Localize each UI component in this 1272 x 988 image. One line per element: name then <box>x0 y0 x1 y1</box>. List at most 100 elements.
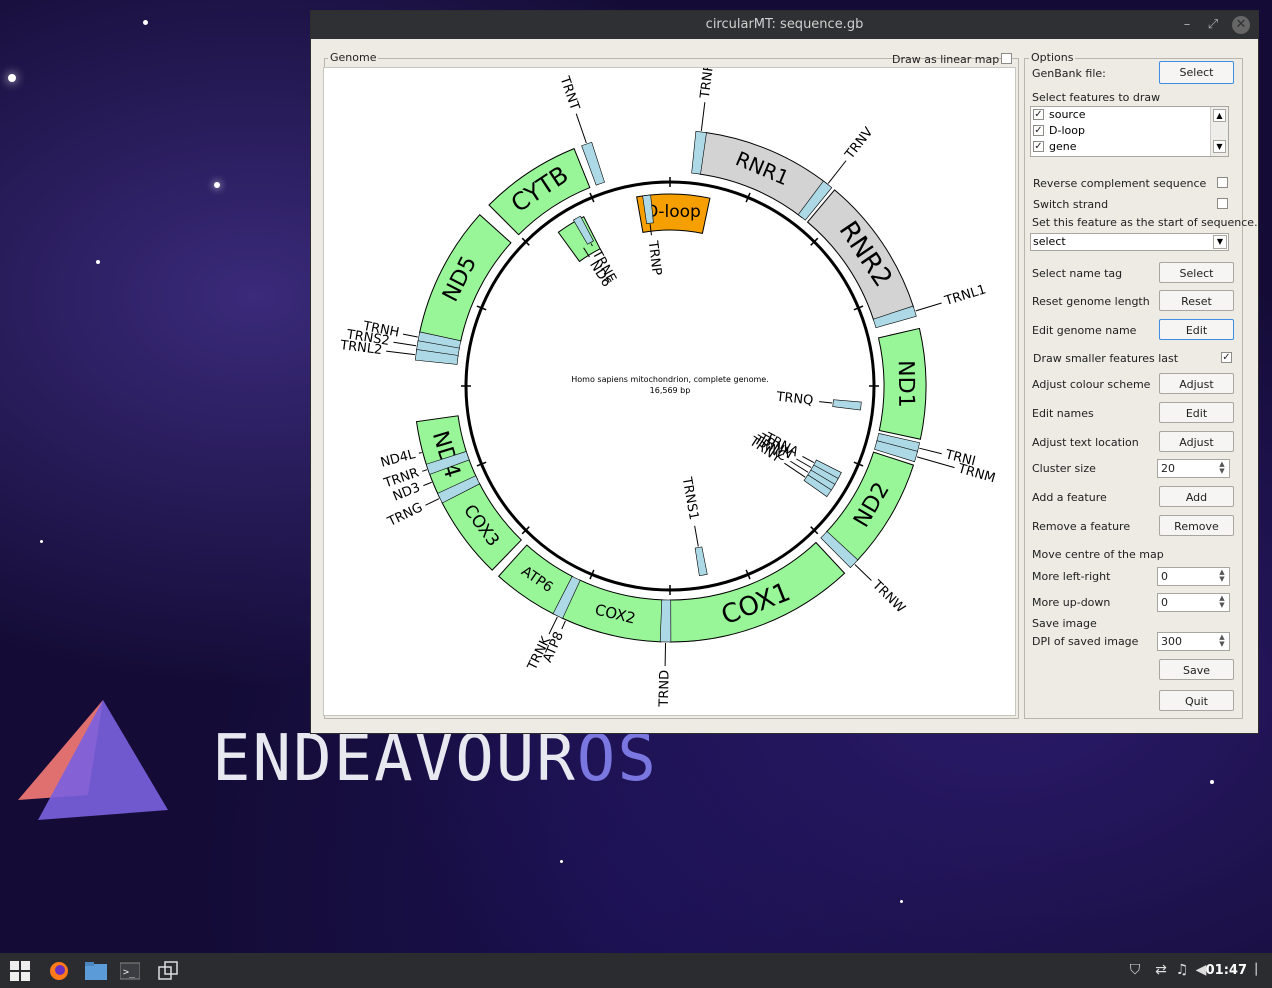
adjust-text-button[interactable]: Adjust <box>1159 431 1234 452</box>
trna-leader-line <box>386 350 415 356</box>
star <box>40 540 43 543</box>
start-feature-select[interactable]: select ▼ <box>1030 233 1229 251</box>
trna-leader-line <box>827 160 847 184</box>
list-item[interactable]: ✓ D-loop <box>1033 123 1213 139</box>
trna-leader-line <box>402 333 418 338</box>
genome-map: CYTB RNR1RNR2ND1ND2COX1COX2ATP6COX3ND4ND5… <box>338 68 997 708</box>
trna-trnd <box>659 599 672 643</box>
star <box>560 860 563 863</box>
left-right-spinbox[interactable]: 0 ▲ ▼ <box>1157 567 1230 586</box>
show-desktop-icon[interactable]: ▏ <box>1254 962 1266 978</box>
app-menu-icon[interactable] <box>10 961 30 981</box>
feature-checkbox[interactable]: ✓ <box>1033 124 1044 136</box>
dpi-spinbox[interactable]: 300 ▲ ▼ <box>1157 632 1230 651</box>
firefox-icon[interactable] <box>49 961 69 981</box>
shield-icon[interactable]: ⛉ <box>1127 962 1143 978</box>
dpi-label: DPI of saved image <box>1032 635 1139 648</box>
feature-label: D-loop <box>645 202 701 222</box>
spin-arrows-icon[interactable]: ▲ ▼ <box>1216 595 1228 610</box>
trna-leader-line <box>418 452 422 454</box>
save-image-label: Save image <box>1032 617 1097 630</box>
spin-arrows-icon[interactable]: ▲ ▼ <box>1216 461 1228 476</box>
up-down-label: More up-down <box>1032 596 1111 609</box>
remove-feature-button[interactable]: Remove <box>1159 515 1234 536</box>
trna-trns1 <box>694 546 708 577</box>
edit-names-button[interactable]: Edit <box>1159 402 1234 423</box>
reverse-complement-checkbox[interactable] <box>1217 177 1228 188</box>
colour-scheme-label: Adjust colour scheme <box>1032 378 1151 391</box>
trna-leader-line <box>561 620 566 630</box>
left-right-label: More left-right <box>1032 570 1111 583</box>
switch-strand-label: Switch strand <box>1033 198 1109 211</box>
trna-leader-line <box>819 401 833 404</box>
spin-arrows-icon[interactable]: ▲ ▼ <box>1216 569 1228 584</box>
trna-leader-line <box>802 455 815 463</box>
genome-length: 16,569 bp <box>650 386 691 395</box>
genome-map-canvas[interactable]: CYTB RNR1 RNR2 ND1 ND2 COX1 COX2 ATP6 COX3 ND4 ND5… <box>323 67 1016 716</box>
scroll-up-icon[interactable]: ▲ <box>1213 109 1226 122</box>
name-tag-select-button[interactable]: Select <box>1159 262 1234 283</box>
linear-map-checkbox[interactable] <box>1001 53 1012 64</box>
move-centre-label: Move centre of the map <box>1032 548 1164 561</box>
genbank-select-button[interactable]: Select <box>1159 61 1234 84</box>
window-switcher-icon[interactable] <box>158 961 178 981</box>
smaller-last-checkbox[interactable]: ✓ <box>1221 352 1232 363</box>
trna-leader-line <box>575 113 587 144</box>
trna-label: TRNF <box>698 68 717 100</box>
feature-checkbox[interactable]: ✓ <box>1033 140 1044 152</box>
remove-feature-label: Remove a feature <box>1032 520 1131 533</box>
trna-leader-line <box>393 341 417 347</box>
feature-checkbox[interactable]: ✓ <box>1033 108 1044 120</box>
trna-leader-line <box>784 462 806 478</box>
maximize-button[interactable]: ⤢ <box>1204 16 1222 34</box>
list-item[interactable]: ✓ gene <box>1033 139 1213 155</box>
trna-label: TRNQ <box>775 390 814 409</box>
trna-label: TRNG <box>385 500 426 530</box>
trna-leader-line <box>694 525 699 547</box>
star <box>214 182 220 188</box>
options-group-title: Options <box>1029 51 1076 64</box>
star <box>900 900 903 903</box>
trna-leader-line <box>425 498 440 506</box>
notification-bell-icon[interactable]: ♫ <box>1174 962 1190 978</box>
network-icon[interactable]: ⇄ <box>1153 962 1169 978</box>
reset-button[interactable]: Reset <box>1159 290 1234 311</box>
terminal-icon[interactable]: >_ <box>120 961 140 981</box>
minimize-button[interactable]: – <box>1178 16 1196 34</box>
star <box>8 74 16 82</box>
trna-leader-line <box>422 469 428 472</box>
spin-arrows-icon[interactable]: ▲ ▼ <box>1216 634 1228 649</box>
svg-text:>_: >_ <box>123 967 136 978</box>
chevron-down-icon[interactable]: ▼ <box>1213 235 1227 249</box>
window-titlebar[interactable]: circularMT: sequence.gb – ⤢ ✕ <box>311 11 1258 39</box>
linear-map-label: Draw as linear map <box>892 53 1000 66</box>
trna-leader-line <box>423 481 432 487</box>
edit-genome-name-button[interactable]: Edit <box>1159 319 1234 340</box>
feature-list[interactable]: ✓ source ✓ D-loop ✓ gene ▲ ▼ <box>1030 106 1229 157</box>
close-button[interactable]: ✕ <box>1232 16 1250 34</box>
list-scrollbar[interactable]: ▲ ▼ <box>1210 107 1228 156</box>
adjust-colour-button[interactable]: Adjust <box>1159 373 1234 394</box>
trna-label: TRNW <box>868 577 908 616</box>
folder-icon[interactable] <box>85 961 107 981</box>
start-feature-label: Set this feature as the start of sequenc… <box>1032 216 1258 229</box>
trna-label: TRNT <box>556 74 582 113</box>
features-label: Select features to draw <box>1032 91 1161 104</box>
quit-button[interactable]: Quit <box>1159 690 1234 711</box>
up-down-spinbox[interactable]: 0 ▲ ▼ <box>1157 593 1230 612</box>
star <box>1210 780 1214 784</box>
trna-label: TRNS1 <box>679 475 701 521</box>
save-button[interactable]: Save <box>1159 659 1234 680</box>
trna-label: TRNV <box>842 125 876 163</box>
window-title: circularMT: sequence.gb <box>705 17 864 32</box>
switch-strand-checkbox[interactable] <box>1217 198 1228 209</box>
clock[interactable]: 01:47 <box>1206 953 1247 988</box>
list-item[interactable]: ✓ source <box>1033 107 1213 123</box>
genome-title: Homo sapiens mitochondrion, complete gen… <box>571 375 768 384</box>
feature-label: ND1 <box>893 360 918 408</box>
trna-label: TRNL1 <box>942 282 988 309</box>
cluster-size-spinbox[interactable]: 20 ▲ ▼ <box>1157 459 1230 478</box>
scroll-down-icon[interactable]: ▼ <box>1213 140 1226 153</box>
genome-group-title: Genome <box>328 51 379 64</box>
add-feature-button[interactable]: Add <box>1159 486 1234 507</box>
